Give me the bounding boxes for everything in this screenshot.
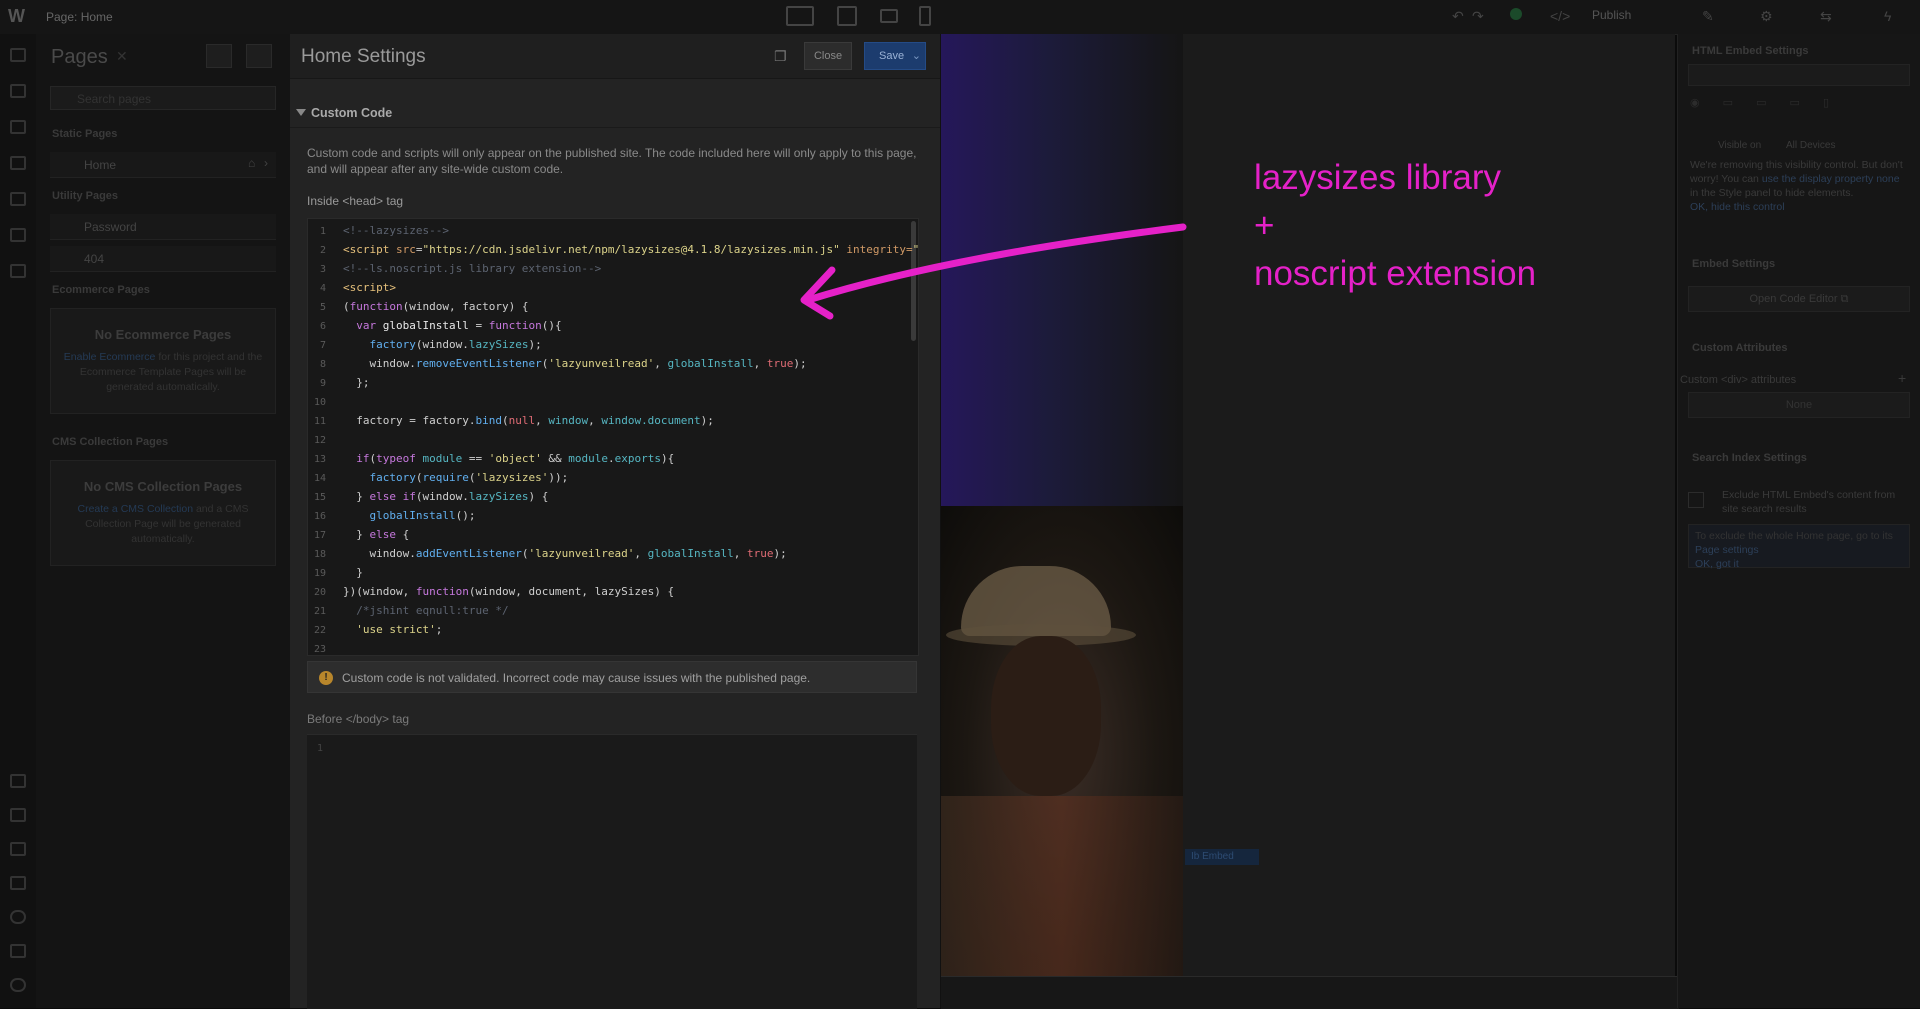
annotation-line-1: lazysizes library [1254, 158, 1501, 197]
annotation-line-2: + [1254, 206, 1275, 245]
annotation-line-3: noscript extension [1254, 254, 1537, 293]
annotation-text: lazysizes library + noscript extension [1254, 154, 1536, 298]
arrow-shaft [804, 223, 1187, 304]
annotation-arrow [800, 223, 1187, 320]
